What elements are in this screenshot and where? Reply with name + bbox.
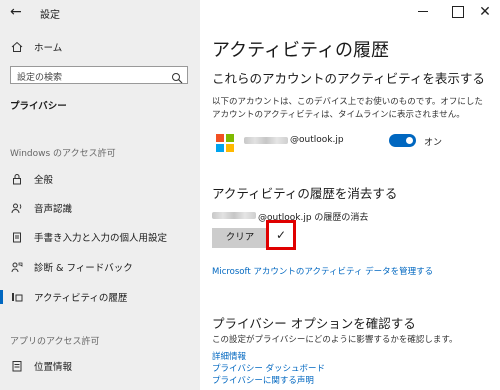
group-heading-windows: Windows のアクセス許可 bbox=[10, 149, 116, 159]
sidebar-item-label: 診断 & フィードバック bbox=[34, 263, 133, 274]
minimize-icon[interactable] bbox=[412, 2, 434, 22]
link-privacy-dashboard[interactable]: プライバシー ダッシュボード bbox=[212, 362, 325, 374]
privacy-section-description: この設定がプライバシーにどのように影響するかを確認します。 bbox=[212, 335, 458, 345]
manage-activity-link[interactable]: Microsoft アカウントのアクティビティ データを管理する bbox=[212, 265, 433, 277]
search-input[interactable]: 設定の検索 bbox=[10, 66, 188, 84]
window-title: 設定 bbox=[40, 10, 60, 21]
clear-section-heading: アクティビティの履歴を消去する bbox=[212, 186, 398, 201]
sidebar-item-location[interactable]: 位置情報 bbox=[0, 355, 200, 377]
account-activity-toggle[interactable] bbox=[389, 134, 416, 147]
section-title: プライバシー bbox=[10, 101, 67, 112]
account-domain: @outlook.jp bbox=[290, 135, 344, 145]
sidebar-item-label: 位置情報 bbox=[34, 362, 73, 373]
sidebar-item-inking[interactable]: 手書き入力と入力の個人用設定 bbox=[0, 226, 200, 248]
maximize-icon[interactable] bbox=[446, 2, 468, 22]
sidebar-item-general[interactable]: 全般 bbox=[0, 168, 200, 190]
show-section-heading: これらのアカウントのアクティビティを表示する bbox=[212, 71, 485, 86]
account-name-redacted bbox=[244, 137, 288, 144]
microsoft-logo-icon bbox=[216, 134, 234, 152]
toggle-label: オン bbox=[424, 138, 443, 148]
search-placeholder: 設定の検索 bbox=[17, 73, 63, 83]
link-privacy-statement[interactable]: プライバシーに関する声明 bbox=[212, 374, 314, 386]
privacy-section-heading: プライバシー オプションを確認する bbox=[212, 316, 416, 331]
lock-icon bbox=[10, 172, 24, 186]
show-section-description: 以下のアカウントは、このデバイス上でお使いのものです。オフにしたアカウントのアク… bbox=[212, 97, 483, 120]
clipboard-icon bbox=[10, 230, 24, 244]
sidebar-item-label: 手書き入力と入力の個人用設定 bbox=[34, 233, 168, 244]
sidebar-item-activity-history[interactable]: アクティビティの履歴 bbox=[0, 286, 200, 308]
home-icon bbox=[10, 40, 24, 54]
sidebar bbox=[0, 0, 200, 390]
page-title: アクティビティの履歴 bbox=[212, 40, 389, 61]
speech-icon bbox=[10, 201, 24, 215]
account-name-redacted bbox=[212, 212, 256, 219]
feedback-icon bbox=[10, 260, 24, 274]
close-icon[interactable]: ✕ bbox=[474, 2, 496, 22]
checkmark-icon: ✓ bbox=[266, 220, 296, 250]
sidebar-item-label: 全般 bbox=[34, 175, 54, 186]
sidebar-item-home[interactable]: ホーム bbox=[0, 36, 200, 58]
sidebar-item-speech[interactable]: 音声認識 bbox=[0, 197, 200, 219]
sidebar-item-label: アクティビティの履歴 bbox=[34, 293, 128, 304]
group-heading-app: アプリのアクセス許可 bbox=[10, 337, 100, 347]
location-icon bbox=[10, 359, 24, 373]
sidebar-item-label: ホーム bbox=[34, 43, 63, 54]
activity-icon bbox=[10, 290, 24, 304]
clear-button[interactable]: クリア bbox=[212, 228, 268, 248]
sidebar-item-diagnostics[interactable]: 診断 & フィードバック bbox=[0, 256, 200, 278]
sidebar-item-label: 音声認識 bbox=[34, 204, 73, 215]
back-arrow-icon[interactable]: ← bbox=[10, 4, 26, 20]
link-learn-more[interactable]: 詳細情報 bbox=[212, 350, 246, 362]
search-icon bbox=[171, 69, 183, 84]
title-bar: ← 設定 ✕ bbox=[0, 0, 500, 26]
